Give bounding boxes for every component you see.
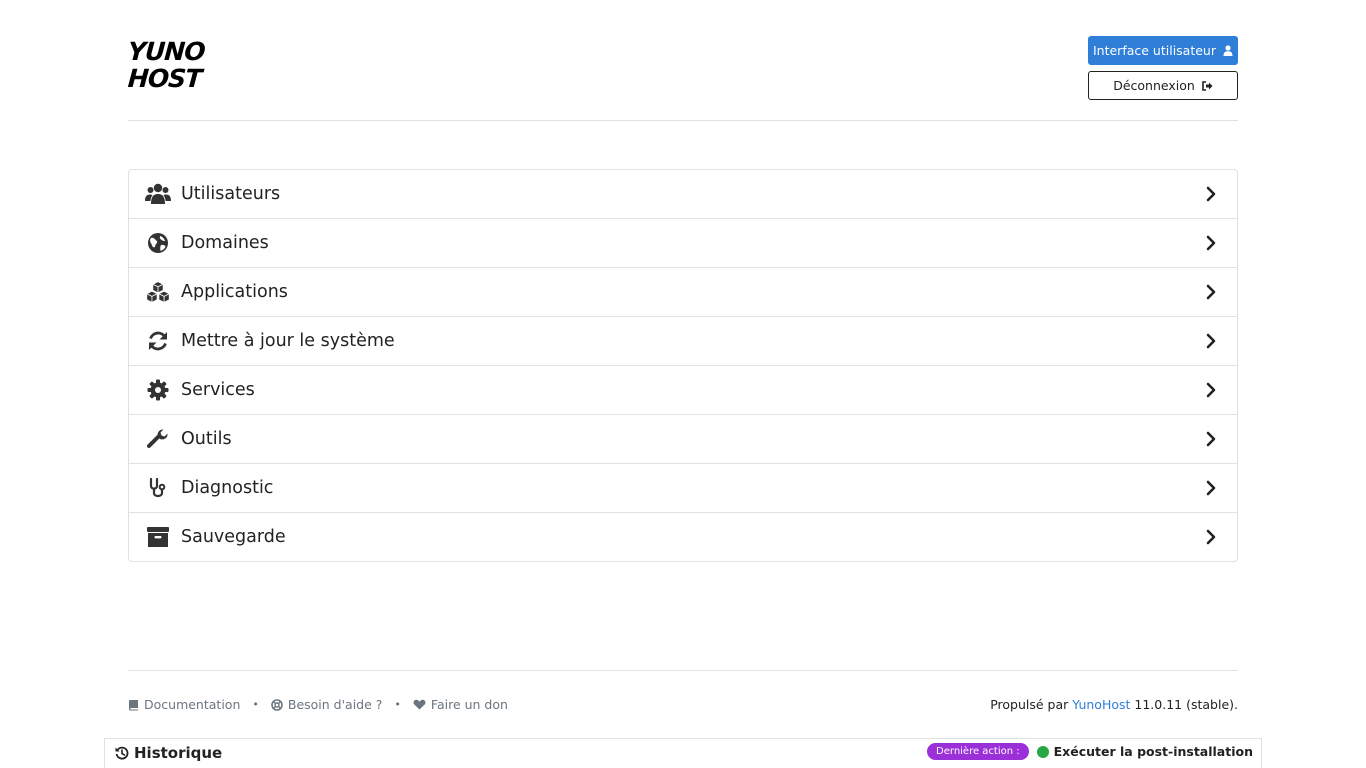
menu-item-label: Services	[181, 380, 255, 400]
user-icon	[1223, 45, 1233, 56]
logo-line-2: HOST	[126, 64, 203, 93]
users-icon	[145, 181, 171, 207]
chevron-right-icon	[1206, 235, 1216, 251]
yunohost-link[interactable]: YunoHost	[1072, 697, 1130, 712]
menu-item-label: Sauvegarde	[181, 527, 286, 547]
logout-label: Déconnexion	[1113, 78, 1195, 93]
chevron-right-icon	[1206, 431, 1216, 447]
chevron-right-icon	[1206, 480, 1216, 496]
stethoscope-icon	[145, 475, 171, 501]
separator: •	[394, 698, 401, 711]
footer-links: Documentation • Besoin d'aide ? • Faire …	[128, 697, 508, 712]
chevron-right-icon	[1206, 529, 1216, 545]
life-ring-icon	[271, 698, 283, 711]
separator: •	[252, 698, 259, 711]
menu-item-label: Utilisateurs	[181, 184, 281, 204]
chevron-right-icon	[1206, 284, 1216, 300]
menu-item-users[interactable]: Utilisateurs	[129, 170, 1237, 218]
header: YUNO HOST Interface utilisateur Déconnex…	[126, 36, 1238, 121]
menu-item-tools[interactable]: Outils	[129, 414, 1237, 463]
documentation-label: Documentation	[144, 697, 241, 712]
documentation-link[interactable]: Documentation	[128, 697, 240, 712]
version-text: 11.0.11 (stable).	[1134, 697, 1238, 712]
chevron-right-icon	[1206, 333, 1216, 349]
help-link[interactable]: Besoin d'aide ?	[271, 697, 383, 712]
sign-out-icon	[1201, 80, 1213, 91]
powered-by: Propulsé par YunoHost 11.0.11 (stable).	[990, 697, 1238, 712]
chevron-right-icon	[1206, 186, 1216, 202]
last-action-badge: Dernière action :	[927, 743, 1029, 760]
powered-prefix: Propulsé par	[990, 697, 1069, 712]
cubes-icon	[145, 279, 171, 305]
chevron-right-icon	[1206, 382, 1216, 398]
status-success-icon	[1036, 745, 1049, 758]
main-menu: Utilisateurs Domaines Applications Mettr…	[128, 169, 1238, 562]
archive-icon	[145, 524, 171, 550]
logout-button[interactable]: Déconnexion	[1088, 71, 1238, 100]
last-action: Dernière action : Exécuter la post-insta…	[927, 743, 1253, 760]
gear-icon	[145, 377, 171, 403]
menu-item-label: Domaines	[181, 233, 269, 253]
wrench-icon	[145, 426, 171, 452]
logo-line-1: YUNO	[126, 37, 206, 66]
donate-link[interactable]: Faire un don	[413, 697, 508, 712]
menu-item-applications[interactable]: Applications	[129, 267, 1237, 316]
menu-item-domains[interactable]: Domaines	[129, 218, 1237, 267]
menu-item-services[interactable]: Services	[129, 365, 1237, 414]
header-buttons: Interface utilisateur Déconnexion	[1088, 36, 1238, 100]
footer: Documentation • Besoin d'aide ? • Faire …	[128, 670, 1238, 712]
menu-item-label: Applications	[181, 282, 288, 302]
history-bar[interactable]: Historique Dernière action : Exécuter la…	[104, 738, 1262, 768]
history-title-label: Historique	[134, 744, 223, 762]
book-icon	[129, 699, 138, 710]
yunohost-logo[interactable]: YUNO HOST	[126, 37, 206, 100]
menu-item-label: Diagnostic	[181, 478, 274, 498]
menu-item-label: Mettre à jour le système	[181, 331, 395, 351]
user-interface-label: Interface utilisateur	[1092, 43, 1216, 58]
user-interface-button[interactable]: Interface utilisateur	[1088, 36, 1238, 65]
globe-icon	[145, 230, 171, 256]
heart-icon	[413, 699, 426, 710]
refresh-icon	[145, 328, 171, 354]
menu-item-diagnostic[interactable]: Diagnostic	[129, 463, 1237, 512]
history-toggle[interactable]: Historique	[115, 744, 222, 762]
history-icon	[115, 746, 129, 760]
menu-item-label: Outils	[181, 429, 232, 449]
menu-item-system-update[interactable]: Mettre à jour le système	[129, 316, 1237, 365]
donate-label: Faire un don	[430, 697, 508, 712]
help-label: Besoin d'aide ?	[287, 697, 383, 712]
menu-item-backup[interactable]: Sauvegarde	[129, 512, 1237, 561]
last-action-text: Exécuter la post-installation	[1053, 744, 1253, 759]
